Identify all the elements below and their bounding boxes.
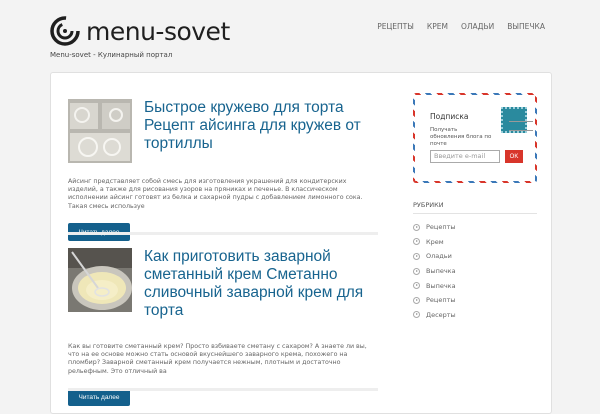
lace-cake-image[interactable] <box>68 99 132 163</box>
bullet-arrow-icon <box>413 296 420 304</box>
category-item[interactable]: Десерты <box>413 308 537 323</box>
category-item[interactable]: Оладьи <box>413 249 537 264</box>
post-item: Быстрое кружево для торта Рецепт айсинга… <box>68 99 378 249</box>
category-label: Рецепты <box>426 223 456 232</box>
category-label: Рецепты <box>426 296 456 305</box>
postmark-lines-icon <box>509 121 533 131</box>
bullet-arrow-icon <box>413 267 420 275</box>
bullet-arrow-icon <box>413 282 420 290</box>
content-panel: Быстрое кружево для торта Рецепт айсинга… <box>50 72 552 414</box>
category-label: Выпечка <box>426 267 456 276</box>
subscribe-title: Подписка <box>430 112 469 121</box>
category-item[interactable]: Рецепты <box>413 293 537 308</box>
bullet-arrow-icon <box>413 238 420 246</box>
subscribe-ok-button[interactable]: OK <box>505 150 523 163</box>
bullet-arrow-icon <box>413 252 420 260</box>
categories-title: РУБРИКИ <box>413 201 537 214</box>
email-input[interactable]: Введите e-mail <box>430 150 500 163</box>
post-title[interactable]: Быстрое кружево для торта Рецепт айсинга… <box>144 99 384 153</box>
logo-text: menu-sovet <box>86 16 230 46</box>
post-excerpt: Айсинг представляет собой смесь для изго… <box>68 178 363 210</box>
bullet-arrow-icon <box>413 311 420 319</box>
post-title[interactable]: Как приготовить заварной сметанный крем … <box>144 248 384 320</box>
category-item[interactable]: Выпечка <box>413 264 537 279</box>
bullet-arrow-icon <box>413 223 420 231</box>
logo-spiral-icon <box>50 16 80 46</box>
category-label: Оладьи <box>426 252 452 261</box>
subscribe-text: Получать обновления блога по почте <box>430 127 492 147</box>
site-tagline: Menu-sovet - Кулинарный портал <box>50 51 173 59</box>
post-divider <box>68 232 378 235</box>
nav-item-pancakes[interactable]: ОЛАДЬИ <box>461 22 494 31</box>
post-divider <box>68 388 378 391</box>
nav-item-recipes[interactable]: РЕЦЕПТЫ <box>377 22 414 31</box>
sidebar: Подписка Получать обновления блога по по… <box>413 93 537 322</box>
category-item[interactable]: Крем <box>413 235 537 250</box>
subscribe-widget: Подписка Получать обновления блога по по… <box>413 93 537 183</box>
nav-item-baking[interactable]: ВЫПЕЧКА <box>507 22 545 31</box>
nav-item-cream[interactable]: КРЕМ <box>427 22 448 31</box>
main-nav: РЕЦЕПТЫ КРЕМ ОЛАДЬИ ВЫПЕЧКА <box>377 22 545 31</box>
category-label: Десерты <box>426 310 456 319</box>
post-item: Как приготовить заварной сметанный крем … <box>68 248 378 406</box>
site-logo[interactable]: menu-sovet <box>50 14 230 48</box>
category-label: Выпечка <box>426 281 456 290</box>
category-item[interactable]: Рецепты <box>413 220 537 235</box>
category-label: Крем <box>426 237 444 246</box>
categories-list: Рецепты Крем Оладьи Выпечка Выпечка Реце… <box>413 220 537 322</box>
site-header: menu-sovet Menu-sovet - Кулинарный порта… <box>0 0 600 80</box>
category-item[interactable]: Выпечка <box>413 278 537 293</box>
post-excerpt: Как вы готовите сметанный крем? Просто в… <box>68 343 367 375</box>
cream-bowl-image[interactable] <box>68 248 132 312</box>
